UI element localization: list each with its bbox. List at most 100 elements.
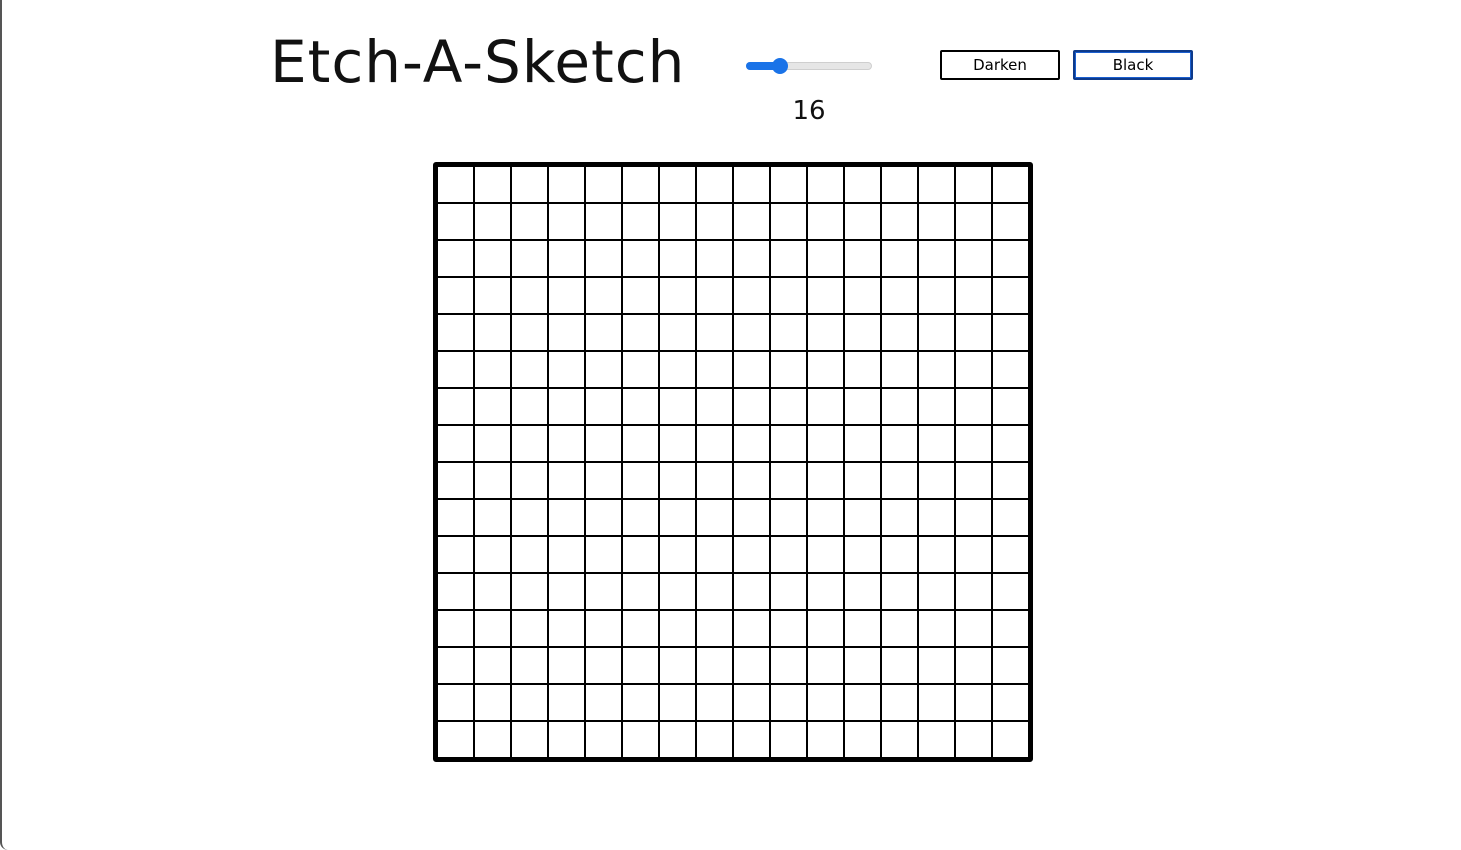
black-button[interactable]: Black bbox=[1073, 50, 1193, 80]
grid-cell[interactable] bbox=[919, 352, 954, 387]
grid-cell[interactable] bbox=[549, 648, 584, 683]
grid-cell[interactable] bbox=[956, 463, 991, 498]
grid-cell[interactable] bbox=[660, 685, 695, 720]
grid-cell[interactable] bbox=[993, 463, 1028, 498]
grid-cell[interactable] bbox=[623, 241, 658, 276]
grid-cell[interactable] bbox=[808, 278, 843, 313]
grid-cell[interactable] bbox=[697, 500, 732, 535]
grid-cell[interactable] bbox=[734, 426, 769, 461]
grid-cell[interactable] bbox=[845, 352, 880, 387]
grid-cell[interactable] bbox=[845, 426, 880, 461]
grid-cell[interactable] bbox=[512, 167, 547, 202]
grid-cell[interactable] bbox=[438, 648, 473, 683]
grid-cell[interactable] bbox=[771, 611, 806, 646]
grid-cell[interactable] bbox=[993, 500, 1028, 535]
grid-cell[interactable] bbox=[993, 648, 1028, 683]
grid-cell[interactable] bbox=[845, 722, 880, 757]
grid-cell[interactable] bbox=[993, 685, 1028, 720]
grid-cell[interactable] bbox=[660, 463, 695, 498]
grid-cell[interactable] bbox=[697, 426, 732, 461]
grid-cell[interactable] bbox=[475, 278, 510, 313]
grid-cell[interactable] bbox=[956, 685, 991, 720]
grid-cell[interactable] bbox=[660, 648, 695, 683]
grid-cell[interactable] bbox=[956, 315, 991, 350]
grid-cell[interactable] bbox=[919, 537, 954, 572]
grid-cell[interactable] bbox=[512, 463, 547, 498]
grid-cell[interactable] bbox=[919, 500, 954, 535]
grid-cell[interactable] bbox=[586, 537, 621, 572]
grid-cell[interactable] bbox=[438, 463, 473, 498]
grid-cell[interactable] bbox=[549, 315, 584, 350]
grid-cell[interactable] bbox=[475, 426, 510, 461]
grid-cell[interactable] bbox=[586, 204, 621, 239]
grid-cell[interactable] bbox=[993, 315, 1028, 350]
grid-cell[interactable] bbox=[549, 611, 584, 646]
grid-cell[interactable] bbox=[845, 389, 880, 424]
grid-cell[interactable] bbox=[734, 722, 769, 757]
grid-cell[interactable] bbox=[882, 315, 917, 350]
grid-cell[interactable] bbox=[697, 463, 732, 498]
grid-cell[interactable] bbox=[993, 611, 1028, 646]
grid-cell[interactable] bbox=[993, 352, 1028, 387]
grid-cell[interactable] bbox=[919, 426, 954, 461]
grid-cell[interactable] bbox=[697, 278, 732, 313]
grid-cell[interactable] bbox=[549, 685, 584, 720]
grid-cell[interactable] bbox=[623, 278, 658, 313]
grid-cell[interactable] bbox=[845, 574, 880, 609]
grid-cell[interactable] bbox=[882, 574, 917, 609]
grid-cell[interactable] bbox=[586, 315, 621, 350]
grid-cell[interactable] bbox=[438, 611, 473, 646]
grid-cell[interactable] bbox=[956, 167, 991, 202]
grid-cell[interactable] bbox=[956, 611, 991, 646]
grid-cell[interactable] bbox=[623, 426, 658, 461]
grid-cell[interactable] bbox=[956, 241, 991, 276]
grid-cell[interactable] bbox=[549, 722, 584, 757]
grid-cell[interactable] bbox=[475, 574, 510, 609]
grid-cell[interactable] bbox=[956, 574, 991, 609]
grid-cell[interactable] bbox=[956, 389, 991, 424]
grid-cell[interactable] bbox=[475, 722, 510, 757]
grid-cell[interactable] bbox=[697, 685, 732, 720]
grid-cell[interactable] bbox=[734, 204, 769, 239]
grid-cell[interactable] bbox=[623, 315, 658, 350]
grid-cell[interactable] bbox=[512, 241, 547, 276]
grid-cell[interactable] bbox=[771, 463, 806, 498]
grid-cell[interactable] bbox=[882, 611, 917, 646]
grid-cell[interactable] bbox=[623, 537, 658, 572]
grid-cell[interactable] bbox=[586, 722, 621, 757]
grid-cell[interactable] bbox=[438, 685, 473, 720]
grid-cell[interactable] bbox=[734, 241, 769, 276]
grid-cell[interactable] bbox=[660, 537, 695, 572]
grid-cell[interactable] bbox=[771, 537, 806, 572]
grid-cell[interactable] bbox=[438, 537, 473, 572]
grid-cell[interactable] bbox=[734, 648, 769, 683]
grid-cell[interactable] bbox=[512, 648, 547, 683]
grid-cell[interactable] bbox=[845, 648, 880, 683]
grid-cell[interactable] bbox=[475, 648, 510, 683]
grid-cell[interactable] bbox=[697, 167, 732, 202]
grid-cell[interactable] bbox=[845, 167, 880, 202]
grid-cell[interactable] bbox=[882, 463, 917, 498]
grid-cell[interactable] bbox=[919, 685, 954, 720]
grid-cell[interactable] bbox=[808, 537, 843, 572]
grid-cell[interactable] bbox=[438, 352, 473, 387]
grid-cell[interactable] bbox=[586, 685, 621, 720]
grid-cell[interactable] bbox=[438, 426, 473, 461]
grid-cell[interactable] bbox=[660, 722, 695, 757]
grid-cell[interactable] bbox=[475, 241, 510, 276]
grid-cell[interactable] bbox=[845, 685, 880, 720]
grid-cell[interactable] bbox=[623, 574, 658, 609]
grid-cell[interactable] bbox=[734, 167, 769, 202]
grid-cell[interactable] bbox=[734, 278, 769, 313]
grid-cell[interactable] bbox=[549, 167, 584, 202]
grid-cell[interactable] bbox=[586, 167, 621, 202]
grid-size-slider[interactable] bbox=[746, 58, 874, 74]
grid-cell[interactable] bbox=[771, 315, 806, 350]
grid-cell[interactable] bbox=[808, 648, 843, 683]
grid-cell[interactable] bbox=[697, 204, 732, 239]
grid-cell[interactable] bbox=[586, 352, 621, 387]
grid-cell[interactable] bbox=[623, 167, 658, 202]
grid-cell[interactable] bbox=[845, 241, 880, 276]
grid-cell[interactable] bbox=[586, 426, 621, 461]
grid-cell[interactable] bbox=[549, 389, 584, 424]
